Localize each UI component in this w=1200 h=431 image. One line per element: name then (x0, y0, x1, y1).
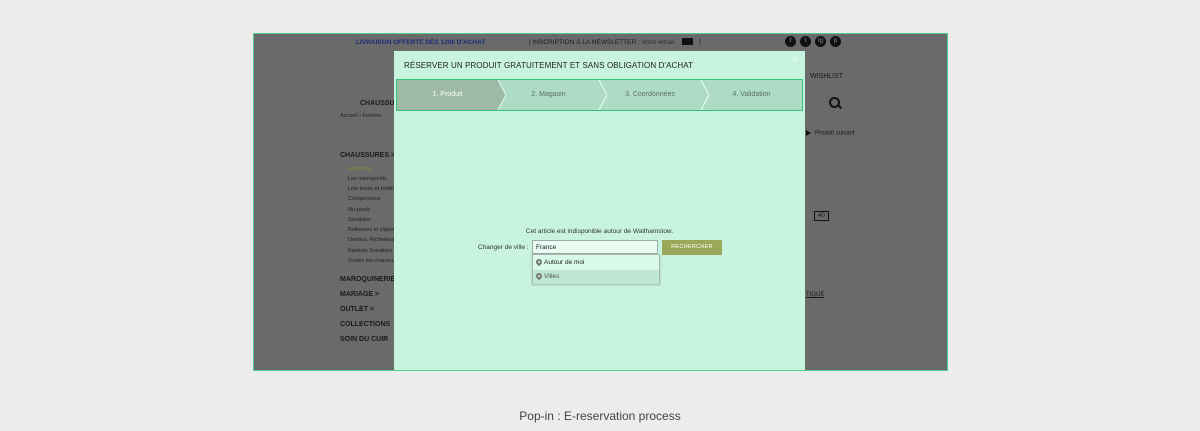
step-magasin[interactable]: 2. Magasin (498, 80, 599, 110)
instagram-icon[interactable]: ig (815, 36, 826, 47)
dropdown-item-cities[interactable]: Villes (533, 270, 659, 284)
category-outlet[interactable]: OUTLET > (340, 306, 374, 313)
modal-title: RÉSERVER UN PRODUIT GRATUITEMENT ET SANS… (404, 61, 694, 70)
step-arrow-separator (700, 80, 709, 110)
search-icon[interactable] (829, 97, 840, 108)
subcategory-item[interactable]: Baskets Sneakers (348, 248, 392, 254)
step-arrow-separator (598, 80, 607, 110)
pinterest-icon[interactable]: p (830, 36, 841, 47)
subcategory-item[interactable]: Escarpins (348, 166, 372, 172)
category-mariage[interactable]: MARIAGE > (340, 291, 379, 298)
category-soin-du-cuir[interactable]: SOIN DU CUIR (340, 336, 388, 343)
category-maroquinerie[interactable]: MAROQUINERIE (340, 276, 395, 283)
separator: | (699, 38, 701, 45)
subcategory-item[interactable]: Ballerines et slippers (348, 227, 399, 233)
wishlist-link[interactable]: WISHLIST (810, 73, 843, 80)
subcategory-item[interactable]: Les intemporels (348, 176, 387, 182)
step-coordonnees[interactable]: 3. Coordonnées (599, 80, 701, 110)
facebook-icon[interactable]: f (785, 36, 796, 47)
location-pin-icon (534, 257, 544, 267)
step-progress: 1. Produit 2. Magasin 3. Coordonnées 4. … (396, 79, 803, 111)
caption: Pop-in : E-reservation process (519, 409, 681, 423)
category-chaussures[interactable]: CHAUSSURES > (340, 152, 395, 159)
promo-banner: LIVRAISON OFFERTE DÈS 120€ D'ACHAT (356, 39, 486, 46)
close-icon[interactable]: × (792, 54, 797, 64)
next-product-label: Produit suivant (815, 130, 855, 137)
play-icon (806, 130, 811, 136)
subcategory-item[interactable]: Low boots et bottines (348, 186, 400, 192)
city-dropdown: Autour de moi Villes (532, 254, 660, 284)
unavailable-message: Cet article est indisponible autour de W… (525, 228, 674, 235)
newsletter-email-placeholder[interactable]: Votre email (642, 39, 675, 46)
location-pin-icon (534, 271, 544, 281)
dropdown-item-label: Villes (544, 273, 560, 280)
next-product-link[interactable]: Produit suivant (806, 130, 855, 137)
search-button[interactable]: RECHERCHER (662, 240, 722, 255)
breadcrumb[interactable]: Accueil › Femme (340, 113, 381, 119)
subcategory-item[interactable]: Derbies, Richelieux (348, 237, 395, 243)
size-option-40[interactable]: 40 (814, 211, 829, 221)
subcategory-item[interactable]: Nu-pieds (348, 207, 370, 213)
browser-viewport: LIVRAISON OFFERTE DÈS 120€ D'ACHAT | INS… (253, 33, 948, 371)
city-label: Changer de ville : (478, 244, 529, 251)
category-collections[interactable]: COLLECTIONS (340, 321, 390, 328)
step-produit[interactable]: 1. Produit (397, 80, 498, 110)
dropdown-item-label: Autour de moi (544, 259, 585, 266)
newsletter-bar: | INSCRIPTION À LA NEWSLETTER : Votre em… (529, 39, 674, 46)
step-arrow-separator (496, 80, 506, 110)
newsletter-label: | INSCRIPTION À LA NEWSLETTER : (529, 39, 640, 46)
step-validation[interactable]: 4. Validation (701, 80, 802, 110)
twitter-icon[interactable]: t (800, 36, 811, 47)
mail-icon[interactable] (682, 38, 693, 45)
city-input[interactable] (532, 240, 658, 254)
subcategory-item[interactable]: Sandales (348, 217, 371, 223)
boutique-link[interactable]: TIQUE (806, 292, 824, 298)
subcategory-item[interactable]: Compensées (348, 196, 380, 202)
reservation-modal: RÉSERVER UN PRODUIT GRATUITEMENT ET SANS… (394, 51, 805, 370)
nav-chaussures[interactable]: CHAUSSU (360, 100, 395, 107)
dropdown-item-around-me[interactable]: Autour de moi (533, 256, 659, 270)
